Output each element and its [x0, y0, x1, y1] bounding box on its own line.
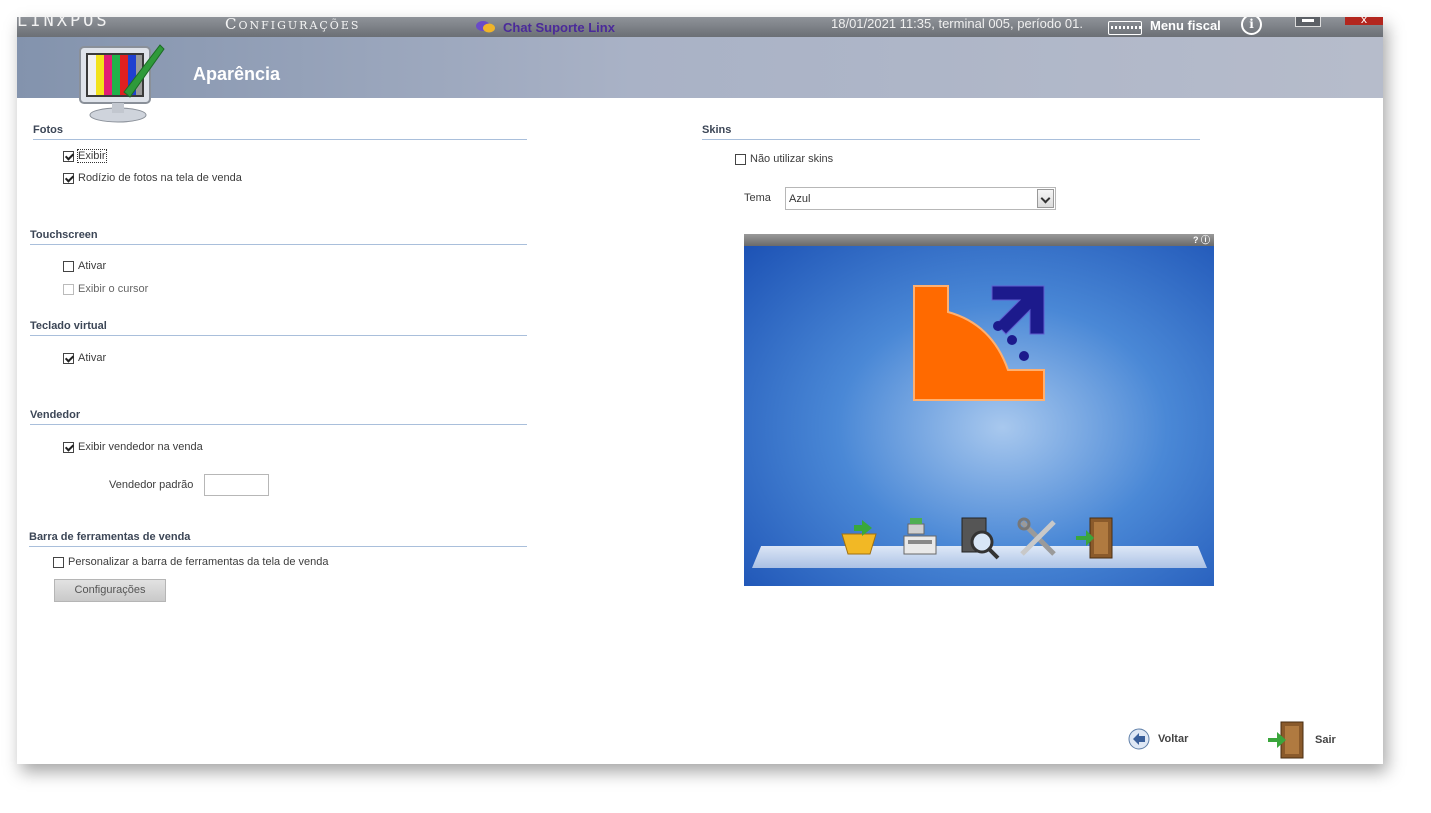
tools-icon: [1017, 517, 1056, 556]
fotos-rodizio-checkbox[interactable]: [63, 172, 74, 184]
section-skins: Skins: [702, 124, 1200, 140]
sair-label: Sair: [1315, 734, 1336, 746]
exit-door-icon: [1268, 721, 1304, 759]
close-button[interactable]: x: [1345, 17, 1383, 26]
cash-register-icon: [903, 518, 937, 555]
vendedor-padrao-label: Vendedor padrão: [109, 479, 194, 491]
section-fotos: Fotos: [33, 124, 527, 140]
tema-label: Tema: [744, 192, 771, 204]
fotos-exibir-checkbox[interactable]: [63, 150, 74, 162]
skins-nao-utilizar-option[interactable]: Não utilizar skins: [735, 153, 833, 165]
fotos-exibir-label: Exibir: [77, 149, 107, 163]
vendedor-exibir-option[interactable]: Exibir vendedor na venda: [63, 441, 203, 453]
skins-nao-utilizar-label: Não utilizar skins: [750, 153, 834, 165]
configuracoes-button[interactable]: Configurações: [54, 579, 166, 602]
fotos-rodizio-option[interactable]: Rodízio de fotos na tela de venda: [63, 172, 242, 184]
section-barra-ferramentas: Barra de ferramentas de venda: [29, 531, 527, 547]
page-title: Aparência: [193, 64, 281, 84]
barra-personalizar-label: Personalizar a barra de ferramentas da t…: [68, 556, 329, 568]
menu-fiscal-label: Menu fiscal: [1150, 18, 1221, 33]
exit-door-icon: [1076, 517, 1113, 559]
sair-button[interactable]: Sair: [1267, 720, 1336, 760]
chat-bubble-icon: [476, 21, 495, 33]
preview-title-bar: ? ⓘ: [744, 234, 1214, 246]
section-touchscreen: Touchscreen: [30, 229, 527, 245]
tema-select-value: Azul: [789, 193, 811, 205]
fotos-rodizio-label: Rodízio de fotos na tela de venda: [78, 172, 242, 184]
fotos-exibir-option[interactable]: Exibir: [63, 149, 107, 163]
touch-cursor-checkbox: [63, 283, 74, 295]
touch-ativar-label: Ativar: [78, 260, 107, 272]
touch-cursor-label: Exibir o cursor: [78, 283, 149, 295]
section-teclado-virtual: Teclado virtual: [30, 320, 527, 336]
app-window: LINXPOS Configurações Chat Suporte Linx …: [17, 17, 1383, 764]
monitor-palette-icon: [79, 44, 165, 123]
vendedor-exibir-label: Exibir vendedor na venda: [78, 441, 203, 453]
section-vendedor: Vendedor: [30, 409, 527, 425]
info-icon[interactable]: i: [1241, 17, 1262, 35]
teclado-ativar-checkbox[interactable]: [63, 352, 74, 364]
barra-personalizar-checkbox[interactable]: [53, 556, 64, 568]
touch-ativar-option[interactable]: Ativar: [63, 260, 106, 272]
teclado-ativar-option[interactable]: Ativar: [63, 352, 106, 364]
search-document-icon: [961, 517, 1000, 560]
skins-nao-utilizar-checkbox[interactable]: [735, 153, 746, 165]
chat-support-label: Chat Suporte Linx: [503, 19, 615, 35]
vendedor-padrao-input[interactable]: [204, 474, 269, 496]
back-arrow-icon: [1128, 728, 1150, 750]
chat-support-link[interactable]: Chat Suporte Linx: [475, 17, 615, 37]
skin-preview: ? ⓘ: [744, 234, 1214, 586]
app-logo: LINXPOS: [17, 17, 110, 31]
voltar-button[interactable]: Voltar: [1128, 728, 1188, 750]
tema-select[interactable]: Azul: [785, 187, 1056, 210]
teclado-ativar-label: Ativar: [78, 352, 107, 364]
module-title: Configurações: [225, 17, 361, 33]
voltar-label: Voltar: [1158, 733, 1189, 745]
touch-cursor-option: Exibir o cursor: [63, 283, 148, 295]
barra-personalizar-option[interactable]: Personalizar a barra de ferramentas da t…: [53, 556, 329, 568]
basket-icon: [841, 520, 877, 555]
keyboard-icon: [1108, 21, 1142, 35]
preview-bar-icons: ? ⓘ: [1193, 235, 1210, 245]
status-info: 18/01/2021 11:35, terminal 005, período …: [831, 17, 1084, 31]
vendedor-exibir-checkbox[interactable]: [63, 441, 74, 453]
touch-ativar-checkbox[interactable]: [63, 260, 74, 272]
menu-fiscal-button[interactable]: Menu fiscal: [1108, 17, 1221, 35]
linx-logo-icon: [913, 285, 1045, 401]
top-bar: LINXPOS Configurações Chat Suporte Linx …: [17, 17, 1383, 37]
chevron-down-icon[interactable]: [1037, 189, 1054, 208]
minimize-button[interactable]: [1295, 17, 1321, 27]
